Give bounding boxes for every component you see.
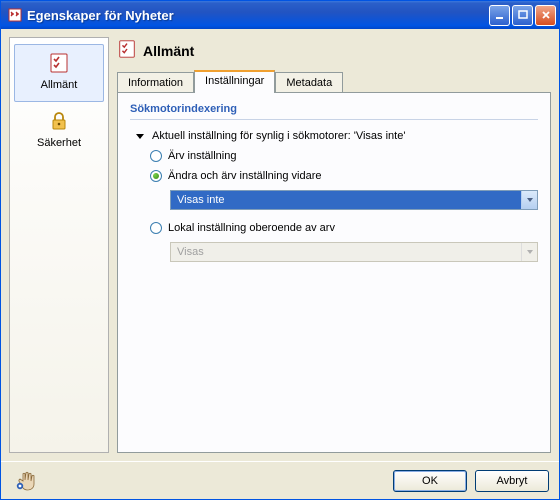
sidebar: Allmänt Säkerhet: [9, 37, 109, 453]
maximize-button[interactable]: [512, 5, 533, 26]
checklist-icon: [47, 51, 71, 75]
radio-icon: [150, 150, 162, 162]
tab-label: Inställningar: [205, 75, 264, 87]
radio-icon: [150, 222, 162, 234]
checklist-icon: [117, 39, 137, 62]
tab-label: Information: [128, 77, 183, 89]
lock-icon: [47, 109, 71, 133]
close-button[interactable]: [535, 5, 556, 26]
tabbar: Information Inställningar Metadata: [117, 70, 551, 92]
tab-information[interactable]: Information: [117, 72, 194, 92]
page-title: Allmänt: [143, 43, 194, 59]
hand-icon: [15, 470, 39, 492]
app-icon: [7, 7, 23, 23]
window-title: Egenskaper för Nyheter: [27, 8, 487, 23]
sidebar-item-security[interactable]: Säkerhet: [14, 102, 104, 160]
dropdown-value: Visas inte: [175, 193, 521, 207]
chevron-down-icon: [521, 243, 537, 261]
visibility-dropdown[interactable]: Visas inte: [170, 190, 538, 210]
cancel-button[interactable]: Avbryt: [475, 470, 549, 492]
dropdown-value: Visas: [175, 245, 521, 259]
tab-label: Metadata: [286, 77, 332, 89]
current-setting-label: Aktuell inställning för synlig i sökmoto…: [152, 130, 405, 142]
minimize-button[interactable]: [489, 5, 510, 26]
sidebar-item-general[interactable]: Allmänt: [14, 44, 104, 102]
radio-inherit[interactable]: Ärv inställning: [150, 150, 538, 162]
chevron-down-icon: [521, 191, 537, 209]
tab-panel: Sökmotorindexering Aktuell inställning f…: [117, 92, 551, 453]
chevron-down-icon: [136, 134, 144, 139]
radio-change-inherit[interactable]: Ändra och ärv inställning vidare: [150, 170, 538, 182]
tab-settings[interactable]: Inställningar: [194, 70, 275, 93]
radio-label: Ändra och ärv inställning vidare: [168, 170, 321, 182]
radio-icon: [150, 170, 162, 182]
tab-metadata[interactable]: Metadata: [275, 72, 343, 92]
current-setting-row[interactable]: Aktuell inställning för synlig i sökmoto…: [130, 130, 538, 142]
sidebar-item-label: Allmänt: [41, 79, 78, 91]
titlebar[interactable]: Egenskaper för Nyheter: [1, 1, 559, 29]
section-title: Sökmotorindexering: [130, 103, 538, 120]
radio-label: Ärv inställning: [168, 150, 236, 162]
radio-label: Lokal inställning oberoende av arv: [168, 222, 335, 234]
ok-button[interactable]: OK: [393, 470, 467, 492]
radio-local[interactable]: Lokal inställning oberoende av arv: [150, 222, 538, 234]
visibility-dropdown-disabled: Visas: [170, 242, 538, 262]
sidebar-item-label: Säkerhet: [37, 137, 81, 149]
